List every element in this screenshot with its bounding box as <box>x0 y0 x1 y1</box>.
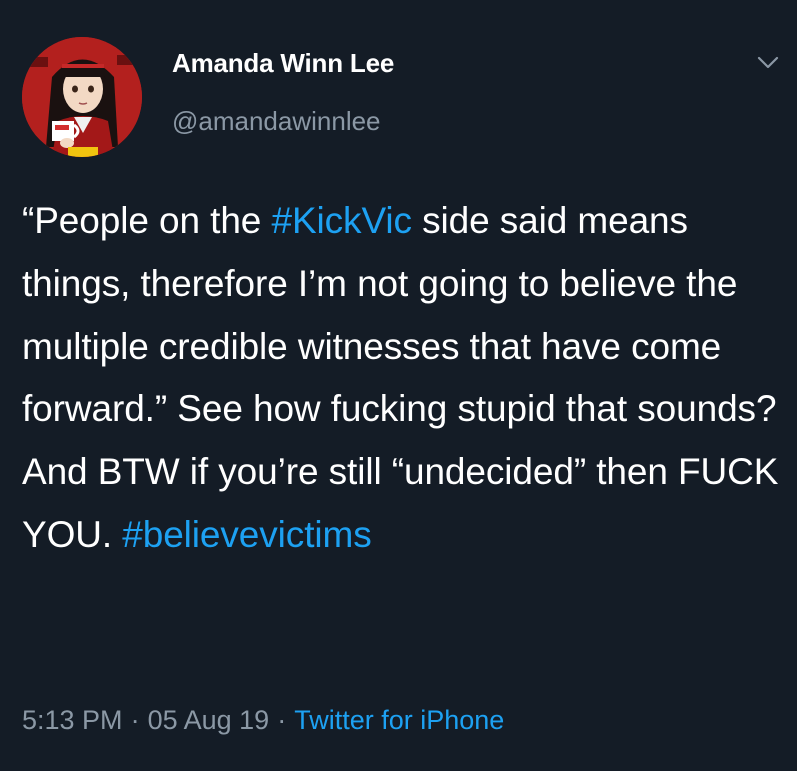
tweet-text-part: side said means things, therefore I’m no… <box>22 200 779 555</box>
tweet-text: “People on the #KickVic side said means … <box>22 190 782 567</box>
tweet-source-link[interactable]: Twitter for iPhone <box>294 705 504 735</box>
tweet-date[interactable]: 05 Aug 19 <box>148 705 270 735</box>
meta-separator: · <box>130 705 140 735</box>
tweet-text-part: “People on the <box>22 200 272 241</box>
author-name[interactable]: Amanda Winn Lee <box>172 48 394 79</box>
avatar-illustration-icon <box>22 37 142 157</box>
author-handle[interactable]: @amandawinnlee <box>172 106 381 137</box>
author-avatar[interactable] <box>22 37 142 157</box>
meta-separator: · <box>277 705 287 735</box>
hashtag-believevictims-link[interactable]: #believevictims <box>122 514 371 555</box>
hashtag-kickvic-link[interactable]: #KickVic <box>271 200 412 241</box>
tweet-meta: 5:13 PM · 05 Aug 19 · Twitter for iPhone <box>22 705 504 736</box>
tweet-time[interactable]: 5:13 PM <box>22 705 123 735</box>
tweet-card: Amanda Winn Lee @amandawinnlee “People o… <box>0 0 797 771</box>
chevron-down-icon[interactable] <box>757 55 779 71</box>
